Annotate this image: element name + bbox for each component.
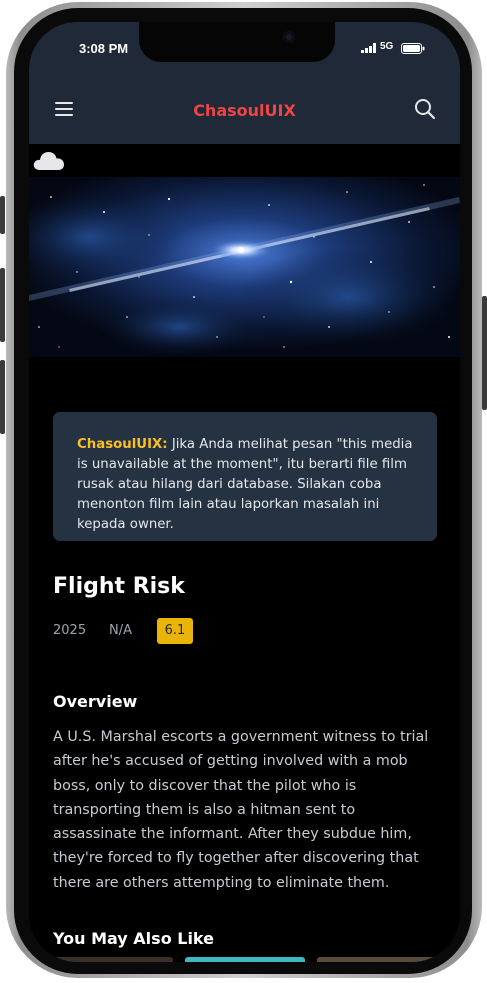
overview-text: A U.S. Marshal escorts a government witn… bbox=[53, 729, 429, 891]
overview-heading: Overview bbox=[53, 692, 138, 711]
movie-year: 2025 bbox=[53, 623, 87, 638]
recommendations-heading: You May Also Like bbox=[53, 929, 214, 948]
phone-screen: 3:08 PM 5G ChasoulUIX ChasoulUIX: Jika A… bbox=[29, 22, 460, 962]
volume-down-button bbox=[0, 360, 5, 434]
rating-badge: 6.1 bbox=[157, 618, 193, 644]
recommendation-card[interactable] bbox=[185, 957, 305, 962]
status-time: 3:08 PM bbox=[79, 41, 129, 56]
hamburger-menu-icon[interactable] bbox=[54, 99, 74, 119]
silent-switch bbox=[0, 196, 5, 234]
cloud-icon bbox=[33, 152, 64, 170]
front-camera bbox=[283, 31, 295, 43]
volume-up-button bbox=[0, 268, 5, 342]
search-icon[interactable] bbox=[413, 97, 437, 121]
battery-icon bbox=[401, 43, 425, 54]
network-label: 5G bbox=[380, 41, 394, 52]
movie-title: Flight Risk bbox=[53, 574, 185, 599]
notice-message: ChasoulUIX: Jika Anda melihat pesan "thi… bbox=[77, 435, 421, 535]
movie-detail-content: ChasoulUIX: Jika Anda melihat pesan "thi… bbox=[29, 144, 460, 962]
notch bbox=[139, 22, 335, 62]
movie-backdrop-image bbox=[29, 177, 460, 357]
power-button bbox=[482, 296, 487, 410]
status-bar: 3:08 PM 5G bbox=[29, 22, 460, 78]
movie-rated: N/A bbox=[109, 623, 132, 638]
recommendation-card[interactable] bbox=[53, 957, 173, 962]
recommendations-row bbox=[29, 957, 460, 962]
signal-icon bbox=[361, 43, 376, 53]
app-header: ChasoulUIX bbox=[29, 78, 460, 144]
notice-box: ChasoulUIX: Jika Anda melihat pesan "thi… bbox=[53, 412, 437, 541]
brand-title: ChasoulUIX bbox=[193, 101, 296, 120]
notice-brand: ChasoulUIX: bbox=[77, 437, 168, 452]
recommendation-card[interactable] bbox=[317, 957, 437, 962]
